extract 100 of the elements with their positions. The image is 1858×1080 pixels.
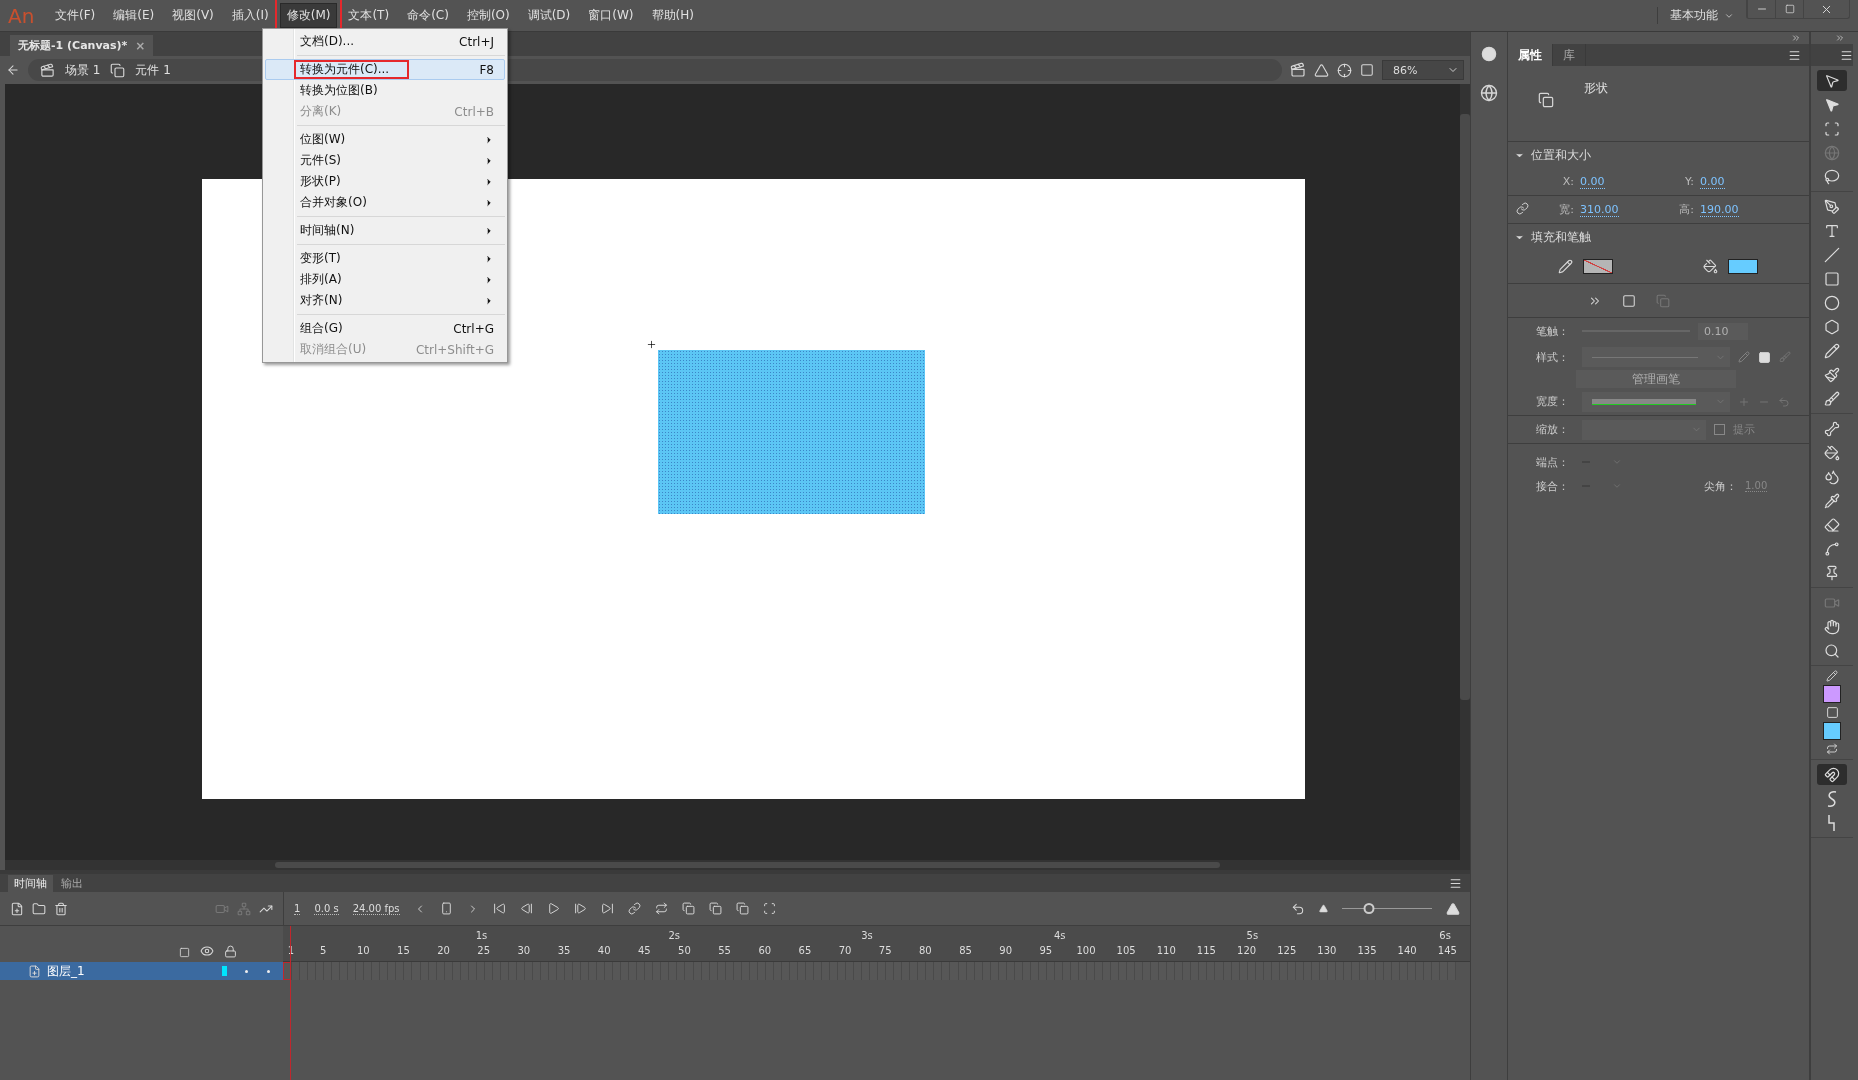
field-value[interactable]: 190.00 [1700,202,1739,217]
menu-option-label: 取消组合(U) [299,341,368,358]
small-mountain-icon [1319,904,1328,913]
selection-tool-icon[interactable] [1817,70,1847,91]
menu-option[interactable]: 文档(D)... Ctrl+J [265,31,505,52]
menu-item[interactable]: 编辑(E) [106,3,162,28]
frame-rate[interactable]: 24.00 fps [352,902,400,915]
panel-tab[interactable]: 库 [1553,44,1586,66]
frame-number: 15 [397,945,410,956]
panel-tab[interactable]: 时间轴 [8,875,53,892]
lock-dot[interactable] [267,969,270,973]
vertical-scrollbar[interactable] [1460,84,1470,860]
panel-menu-icon[interactable] [1839,48,1853,62]
tab-close-button[interactable]: × [135,38,146,53]
elapsed-time[interactable]: 0.0 s [314,902,339,915]
menu-item[interactable]: 帮助(H) [644,3,701,28]
hint-checkbox[interactable] [1714,424,1725,435]
frame-number: 85 [959,945,972,956]
seconds-label: 6s [1439,930,1451,941]
submenu-arrow-icon [484,274,494,285]
large-mountain-icon [1446,901,1460,916]
menu-option[interactable]: 位图(W) [265,129,505,150]
menu-option[interactable]: 合并对象(O) [265,192,505,213]
visibility-dot[interactable] [245,969,248,973]
frame-number: 130 [1317,945,1337,956]
menu-option-label: 转换为位图(B) [299,82,379,99]
reset-icon [1291,901,1305,916]
pencil-icon [1738,351,1750,363]
clapperboard-icon [1290,62,1306,78]
menu-option[interactable]: 排列(A) [265,269,505,290]
seconds-label: 2s [668,930,680,941]
hierarchy-icon [237,901,251,916]
section-header[interactable]: 填充和笔触 [1508,224,1809,250]
frame-number: 40 [597,945,611,956]
zoom-field[interactable]: 86% [1382,60,1464,80]
menu-item[interactable]: 插入(I) [224,3,276,28]
submenu-arrow-icon [484,225,494,236]
last-frame-icon [600,902,614,915]
section-header[interactable]: 位置和大小 [1508,142,1809,168]
field-value[interactable]: 0.00 [1580,174,1605,189]
stroke-color-swatch[interactable] [1583,259,1613,274]
menu-option[interactable]: 转换为位图(B) [265,80,505,101]
document-tab[interactable]: 无标题-1 (Canvas)* × [10,35,154,56]
field-value[interactable]: 310.00 [1580,202,1619,217]
menu-option[interactable]: 对齐(N) [265,290,505,311]
frame-number: 20 [437,945,450,956]
breadcrumb-item[interactable]: 元件 1 [135,61,171,79]
frame-number: 105 [1116,945,1136,956]
menu-option[interactable]: 元件(S) [265,150,505,171]
link-icon [1516,201,1529,215]
frame-number: 100 [1076,945,1096,956]
menu-item[interactable]: 视图(V) [165,3,221,28]
menu-option-label: 位图(W) [299,131,347,148]
stroke-color-swatch[interactable] [1823,685,1841,703]
horizontal-scrollbar[interactable] [5,860,1470,870]
frame-number: 115 [1196,945,1216,956]
menu-option-label: 时间轴(N) [299,222,356,239]
frame-number: 80 [919,945,932,956]
menu-option-label: 形状(P) [299,173,342,190]
play-icon [546,902,560,915]
layer-row[interactable]: 图层_1 [0,962,283,980]
submenu-arrow-icon [484,197,494,208]
menu-option[interactable]: 时间轴(N) [265,220,505,241]
slider-thumb[interactable] [1363,903,1375,914]
fill-color-swatch[interactable] [1823,722,1841,740]
menu-item[interactable]: 调试(D) [520,3,578,28]
menu-item[interactable]: 窗口(W) [581,3,641,28]
layer-color[interactable] [222,966,227,976]
submenu-arrow-icon [484,295,494,306]
fill-color-swatch[interactable] [1728,259,1758,274]
panel-tab[interactable]: 属性 [1508,44,1553,66]
menu-option[interactable]: 转换为元件(C)... F8 [265,59,505,80]
magnet-icon[interactable] [1817,764,1847,785]
submenu-arrow-icon [484,253,494,264]
stroke-field[interactable]: 0.10 [1698,322,1748,340]
menu-option[interactable]: 组合(G) Ctrl+G [265,318,505,339]
menu-option[interactable]: 形状(P) [265,171,505,192]
menu-option[interactable]: 变形(T) [265,248,505,269]
panel-tab[interactable]: 输出 [55,875,89,892]
layer-name: 图层_1 [47,962,86,980]
frame-number: 110 [1156,945,1176,956]
menu-item[interactable]: 文本(T) [341,3,397,28]
frame-number: 45 [637,945,651,956]
field-value[interactable]: 0.00 [1700,174,1725,189]
menu-item[interactable]: 控制(O) [459,3,517,28]
panel-menu-icon[interactable] [1449,876,1462,890]
shortcut-label: Ctrl+B [454,104,494,119]
manage-brushes-button[interactable]: 管理画笔 [1576,370,1736,388]
menu-item[interactable]: 命令(C) [400,3,456,28]
seconds-label: 5s [1246,930,1259,941]
breadcrumb-item[interactable]: 场景 1 [65,61,101,79]
width-dropdown[interactable] [1582,391,1730,412]
menu-item[interactable]: 文件(F) [48,3,103,28]
current-frame[interactable]: 1 [294,902,301,915]
menu-option-label: 变形(T) [299,250,342,267]
frame-number: 120 [1237,945,1257,956]
workspace-switcher[interactable]: 基本功能 [1657,7,1746,24]
frame-number: 55 [718,945,731,956]
app-logo: An [8,3,36,28]
submenu-arrow-icon [484,155,494,166]
